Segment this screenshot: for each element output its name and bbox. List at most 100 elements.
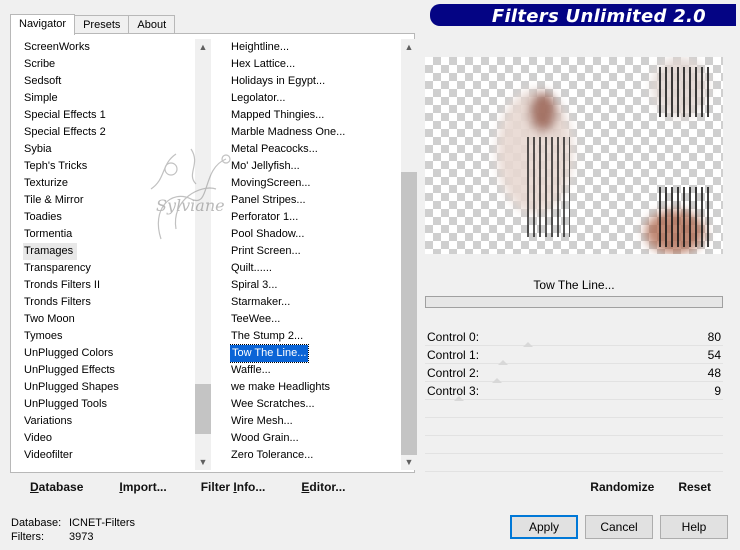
category-item[interactable]: UnPlugged Shapes — [23, 379, 193, 396]
filter-item[interactable]: Wee Scratches... — [230, 396, 400, 413]
scroll-down-icon[interactable]: ▼ — [401, 454, 417, 470]
filter-item[interactable]: we make Headlights — [230, 379, 400, 396]
database-value: ICNET-Filters — [69, 517, 135, 529]
category-item[interactable]: Toadies — [23, 209, 193, 226]
category-item-label: Videofilter — [24, 449, 73, 459]
import-button[interactable]: Import... — [111, 475, 174, 499]
filter-item[interactable]: Pool Shadow... — [230, 226, 400, 243]
filter-item-label: Starmaker... — [231, 296, 291, 308]
category-item[interactable]: Texturize — [23, 175, 193, 192]
category-item[interactable]: UnPlugged Colors — [23, 345, 193, 362]
scroll-up-icon[interactable]: ▲ — [401, 39, 417, 55]
category-item[interactable]: Variations — [23, 413, 193, 430]
reset-button[interactable]: Reset — [666, 475, 723, 499]
category-item[interactable]: Tormentia — [23, 226, 193, 243]
filter-item[interactable]: MovingScreen... — [230, 175, 400, 192]
filter-item[interactable]: Wood Grain... — [230, 430, 400, 447]
filter-item-label: Spiral 3... — [231, 279, 278, 291]
category-item[interactable]: Tronds Filters — [23, 294, 193, 311]
category-scrollbar[interactable]: ▲ ▼ — [195, 39, 211, 470]
category-item-label: Teph's Tricks — [24, 160, 88, 172]
filter-item[interactable]: The Stump 2... — [230, 328, 400, 345]
filter-item[interactable]: Metal Peacocks... — [230, 141, 400, 158]
category-item[interactable]: ScreenWorks — [23, 39, 193, 56]
filter-item[interactable]: Mo' Jellyfish... — [230, 158, 400, 175]
filter-item[interactable]: Heightline... — [230, 39, 400, 56]
category-item[interactable]: Video — [23, 430, 193, 447]
filter-item-label: Marble Madness One... — [231, 126, 346, 138]
filter-item-label: Pool Shadow... — [231, 228, 305, 240]
filter-item-label: Perforator 1... — [231, 211, 299, 223]
category-item[interactable]: Scribe — [23, 56, 193, 73]
filter-item[interactable]: Holidays in Egypt... — [230, 73, 400, 90]
category-item[interactable]: Two Moon — [23, 311, 193, 328]
scroll-thumb[interactable] — [195, 384, 211, 434]
category-item[interactable]: Simple — [23, 90, 193, 107]
control-value: 80 — [707, 330, 721, 344]
controls-panel: Control 0: 80 Control 1: 54 Control 2: 48 Cont… — [425, 328, 723, 472]
randomize-button[interactable]: Randomize — [578, 475, 666, 499]
tab-presets[interactable]: Presets — [74, 15, 130, 34]
filter-item-label: Waffle... — [231, 364, 271, 376]
database-button[interactable]: Database — [22, 475, 91, 499]
filter-item-label: Mo' Jellyfish... — [231, 160, 300, 172]
filter-item[interactable]: Hex Lattice... — [230, 56, 400, 73]
filter-item[interactable]: Legolator... — [230, 90, 400, 107]
category-item[interactable]: Tymoes — [23, 328, 193, 345]
filter-item[interactable]: Tow The Line... — [230, 344, 400, 363]
filter-item[interactable]: Perforator 1... — [230, 209, 400, 226]
scroll-up-icon[interactable]: ▲ — [195, 39, 211, 55]
category-item[interactable]: Sedsoft — [23, 73, 193, 90]
control-row[interactable]: Control 2: 48 — [425, 364, 723, 383]
category-item[interactable]: Videofilter — [23, 447, 193, 459]
editor-button[interactable]: Editor... — [293, 475, 353, 499]
filter-item[interactable]: Marble Madness One... — [230, 124, 400, 141]
title-banner: Filters Unlimited 2.0 — [430, 4, 736, 27]
control-value: 48 — [707, 366, 721, 380]
preset-toolbar: Randomize Reset — [425, 475, 723, 501]
scroll-thumb[interactable] — [401, 172, 417, 455]
category-item-label: ScreenWorks — [24, 41, 90, 53]
apply-button[interactable]: Apply — [510, 515, 578, 539]
category-item-label: Video — [24, 432, 52, 444]
control-row[interactable]: Control 1: 54 — [425, 346, 723, 365]
help-button[interactable]: Help — [660, 515, 728, 539]
filter-item[interactable]: Spiral 3... — [230, 277, 400, 294]
filter-item[interactable]: Wire Mesh... — [230, 413, 400, 430]
control-row[interactable]: Control 3: 9 — [425, 382, 723, 401]
filter-item[interactable]: Mapped Thingies... — [230, 107, 400, 124]
filter-info-button[interactable]: Filter Info... — [193, 475, 274, 499]
category-item[interactable]: UnPlugged Effects — [23, 362, 193, 379]
filter-item[interactable]: Print Screen... — [230, 243, 400, 260]
category-item[interactable]: Tramages — [23, 243, 193, 260]
filter-item[interactable]: Zero Tolerance... — [230, 447, 400, 459]
tab-about[interactable]: About — [128, 15, 176, 34]
category-item[interactable]: UnPlugged Tools — [23, 396, 193, 413]
filter-item-label: The Stump 2... — [231, 330, 304, 342]
filter-item[interactable]: Starmaker... — [230, 294, 400, 311]
category-item[interactable]: Special Effects 1 — [23, 107, 193, 124]
category-item[interactable]: Teph's Tricks — [23, 158, 193, 175]
filter-item[interactable]: Waffle... — [230, 362, 400, 379]
category-item-label: Texturize — [24, 177, 69, 189]
control-row[interactable]: Control 0: 80 — [425, 328, 723, 347]
filter-list[interactable]: Heightline... Hex Lattice... Holidays in E… — [230, 39, 400, 459]
category-item[interactable]: Sybia — [23, 141, 193, 158]
slider-thumb-icon[interactable] — [453, 396, 464, 401]
filter-scrollbar[interactable]: ▲ ▼ — [401, 39, 417, 470]
scroll-down-icon[interactable]: ▼ — [195, 454, 211, 470]
category-item[interactable]: Transparency — [23, 260, 193, 277]
database-label: Database: — [11, 517, 62, 529]
category-item[interactable]: Tile & Mirror — [23, 192, 193, 209]
filter-item[interactable]: Panel Stripes... — [230, 192, 400, 209]
control-row-empty — [425, 418, 723, 436]
tab-navigator[interactable]: Navigator — [10, 14, 76, 35]
category-item[interactable]: Special Effects 2 — [23, 124, 193, 141]
filter-item[interactable]: Quilt...... — [230, 260, 400, 277]
filter-item[interactable]: TeeWee... — [230, 311, 400, 328]
category-item[interactable]: Tronds Filters II — [23, 277, 193, 294]
category-item-label: Toadies — [24, 211, 62, 223]
control-value: 54 — [707, 348, 721, 362]
category-list[interactable]: ScreenWorks Scribe Sedsoft Simple Special Ef… — [23, 39, 193, 459]
cancel-button[interactable]: Cancel — [585, 515, 653, 539]
